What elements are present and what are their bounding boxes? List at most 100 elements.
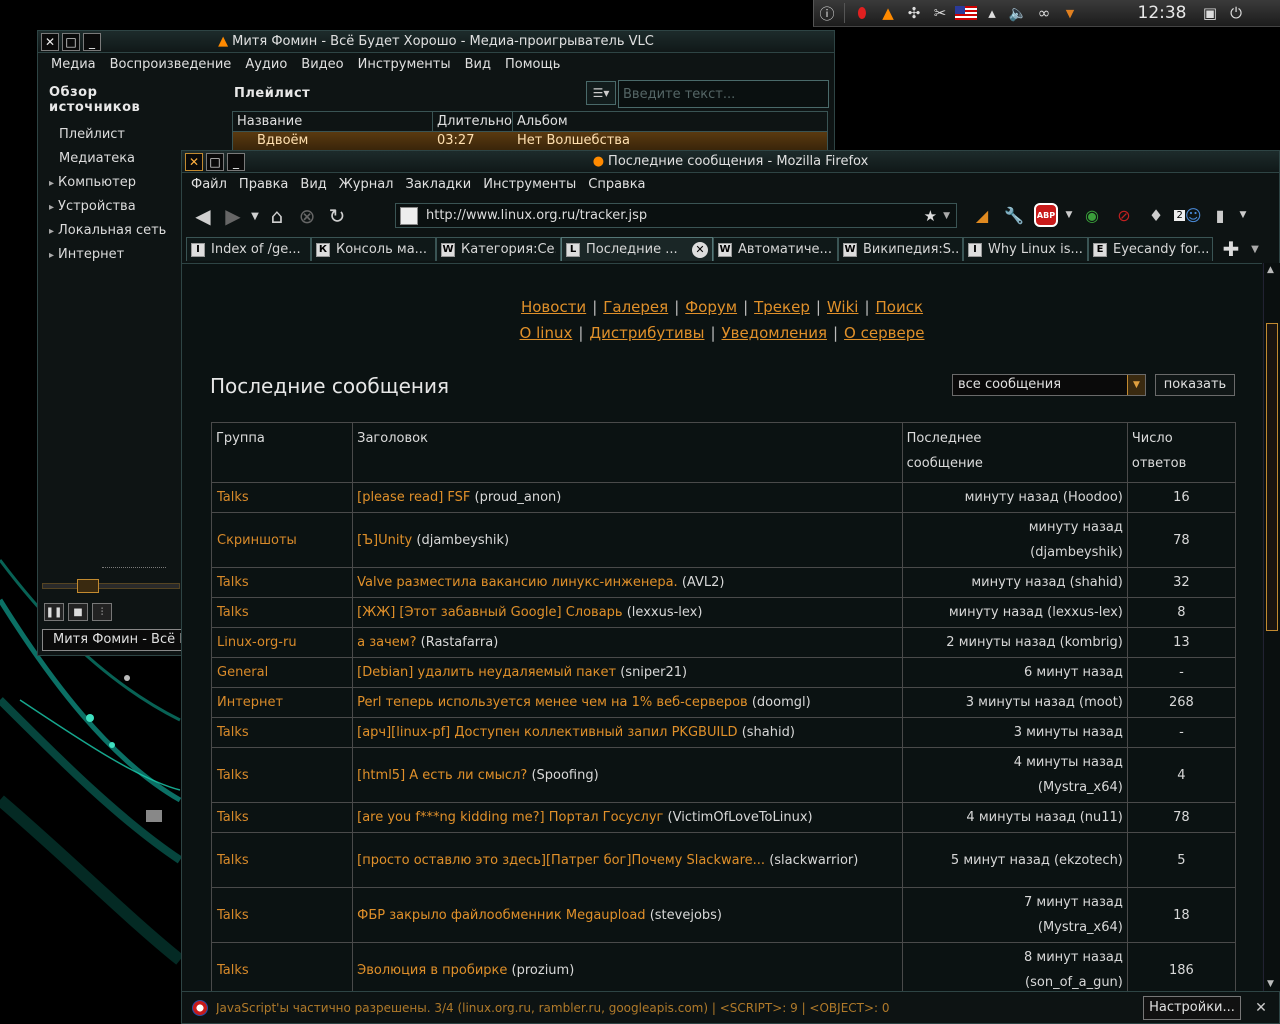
playlist-view-button[interactable]: ☰▾ xyxy=(586,81,616,105)
nav-link-news[interactable]: Новости xyxy=(521,298,586,316)
firefox-maximize-button[interactable]: □ xyxy=(206,152,224,171)
tab-close-icon[interactable]: ✕ xyxy=(692,241,708,258)
vlc-menu-audio[interactable]: Аудио xyxy=(238,54,294,76)
tab-console[interactable]: К Консоль ма... xyxy=(311,237,436,261)
ff-menu-help[interactable]: Справка xyxy=(582,174,651,196)
row-group-link[interactable]: Talks xyxy=(210,802,354,833)
row-title-link[interactable]: [ЖЖ] [Этот забавный Google] Словарь xyxy=(357,605,622,620)
opera-icon[interactable]: ⬮ xyxy=(849,1,875,25)
history-dropdown-icon[interactable]: ▼ xyxy=(248,202,262,230)
chevron-down-icon[interactable]: ▼ xyxy=(1127,375,1145,395)
row-group-link[interactable]: Talks xyxy=(210,717,354,748)
vlc-menu-tools[interactable]: Инструменты xyxy=(351,54,458,76)
url-text[interactable]: http://www.linux.org.ru/tracker.jsp xyxy=(426,208,924,223)
noscript-icon[interactable]: ⊘ xyxy=(1108,201,1140,229)
tab-index-of[interactable]: I Index of /ge... xyxy=(186,237,311,261)
column-title[interactable]: Название xyxy=(233,112,433,131)
row-group-link[interactable]: General xyxy=(210,657,354,688)
row-title-link[interactable]: [Debian] удалить неудаляемый пакет xyxy=(357,665,616,680)
vlc-maximize-button[interactable]: □ xyxy=(62,32,80,51)
row-title-link[interactable]: [html5] А есть ли смысл? xyxy=(357,768,527,783)
lock-icon[interactable]: ▣ xyxy=(1197,1,1223,25)
link-icon[interactable]: ∞ xyxy=(1031,1,1057,25)
tab-list-dropdown-icon[interactable]: ▼ xyxy=(1245,237,1265,261)
home-icon[interactable]: ⌂ xyxy=(262,202,292,230)
vlc-close-button[interactable]: ✕ xyxy=(41,32,59,51)
wrench-icon[interactable]: 🔧 xyxy=(998,201,1030,229)
dropdown-icon[interactable]: ▼ xyxy=(1057,1,1083,25)
row-group-link[interactable]: Интернет xyxy=(210,687,354,718)
url-dropdown-icon[interactable]: ▼ xyxy=(943,211,950,221)
scroll-up-icon[interactable]: ▲ xyxy=(1267,265,1274,275)
row-title-link[interactable]: [арч][linux-pf] Доступен коллективный за… xyxy=(357,725,737,740)
sidebar-item-computer[interactable]: Компьютер xyxy=(38,171,184,195)
toolbar-overflow-icon[interactable]: ▼ xyxy=(1236,201,1250,229)
ff-menu-history[interactable]: Журнал xyxy=(333,174,400,196)
close-icon[interactable]: ✕ xyxy=(1251,1000,1271,1016)
vlc-menu-playback[interactable]: Воспроизведение xyxy=(103,54,239,76)
resize-handle[interactable] xyxy=(102,567,166,568)
adblock-dropdown-icon[interactable]: ▼ xyxy=(1062,201,1076,229)
stop-icon[interactable]: ⊗ xyxy=(292,202,322,230)
vlc-menu-video[interactable]: Видео xyxy=(294,54,350,76)
ff-menu-tools[interactable]: Инструменты xyxy=(477,174,582,196)
row-title-link[interactable]: [are you f***ng kidding me?] Портал Госу… xyxy=(357,810,663,825)
vlc-minimize-button[interactable]: _ xyxy=(83,32,101,51)
row-title-link[interactable]: Perl теперь используется менее чем на 1%… xyxy=(357,695,748,710)
sidebar-icon[interactable]: ▮ xyxy=(1204,201,1236,229)
nav-link-about-linux[interactable]: О linux xyxy=(520,324,573,342)
sidebar-item-devices[interactable]: Устройства xyxy=(38,195,184,219)
nav-link-distros[interactable]: Дистрибутивы xyxy=(589,324,704,342)
firefox-minimize-button[interactable]: _ xyxy=(227,152,245,171)
equalizer-icon[interactable]: ⫶ xyxy=(92,603,112,621)
row-group-link[interactable]: Talks xyxy=(210,597,354,628)
row-group-link[interactable]: Talks xyxy=(210,832,354,888)
info-icon[interactable]: ⓘ xyxy=(814,1,840,25)
nav-link-search[interactable]: Поиск xyxy=(876,298,924,316)
page-scrollbar[interactable]: ▲ ▼ xyxy=(1263,263,1280,991)
forward-icon[interactable]: ▶ xyxy=(218,202,248,230)
tab-why-linux[interactable]: I Why Linux is... xyxy=(963,237,1088,261)
noscript-status-icon[interactable] xyxy=(192,999,208,1016)
ff-menu-edit[interactable]: Правка xyxy=(233,174,294,196)
volume-icon[interactable]: 🔈 xyxy=(1005,1,1031,25)
row-group-link[interactable]: Talks xyxy=(210,942,354,991)
bookmark-star-icon[interactable]: ★ xyxy=(924,207,937,225)
row-title-link[interactable]: а зачем? xyxy=(357,635,416,650)
sidebar-item-local-network[interactable]: Локальная сеть xyxy=(38,219,184,243)
nav-link-about-server[interactable]: О сервере xyxy=(844,324,924,342)
vlc-menu-media[interactable]: Медиа xyxy=(44,54,103,76)
firefox-close-button[interactable]: ✕ xyxy=(185,152,203,171)
flag-us-icon[interactable] xyxy=(953,1,979,25)
addon-fox-icon[interactable]: ◢ xyxy=(966,201,998,229)
row-title-link[interactable]: [please read] FSF xyxy=(357,490,470,505)
adblock-icon[interactable]: ABP xyxy=(1030,201,1062,229)
vlc-menu-view[interactable]: Вид xyxy=(458,54,498,76)
gift-icon[interactable]: ♦ xyxy=(1140,201,1172,229)
vlc-menu-help[interactable]: Помощь xyxy=(498,54,567,76)
column-duration[interactable]: Длительность xyxy=(433,112,513,131)
tab-latest-messages[interactable]: L Последние ... ✕ xyxy=(561,237,713,261)
tools-icon[interactable]: ✂ xyxy=(927,1,953,25)
tab-category[interactable]: WКатегория:Се... xyxy=(436,237,561,261)
row-title-link[interactable]: ФБР закрыло файлообменник Megaupload xyxy=(357,908,645,923)
power-icon[interactable]: ⏻ xyxy=(1223,1,1249,25)
nav-link-notifications[interactable]: Уведомления xyxy=(722,324,827,342)
nav-link-wiki[interactable]: Wiki xyxy=(827,298,859,316)
row-group-link[interactable]: Talks xyxy=(210,482,354,513)
tab-wikipedia[interactable]: W Википедия:S... xyxy=(838,237,963,261)
notifications-icon[interactable]: 2 ☺ xyxy=(1172,201,1204,229)
row-group-link[interactable]: Linux-org-ru xyxy=(210,627,354,658)
noscript-settings-button[interactable]: Настройки... xyxy=(1143,995,1241,1020)
new-tab-icon[interactable]: ✚ xyxy=(1217,237,1245,261)
show-button[interactable]: показать xyxy=(1155,374,1235,396)
nav-link-forum[interactable]: Форум xyxy=(685,298,737,316)
row-title-link[interactable]: Эволюция в пробирке xyxy=(357,963,507,978)
network-icon[interactable]: ✣ xyxy=(901,1,927,25)
row-title-link[interactable]: Valve разместила вакансию линукс-инженер… xyxy=(357,575,678,590)
sidebar-item-internet[interactable]: Интернет xyxy=(38,243,184,267)
stop-icon[interactable]: ■ xyxy=(68,603,88,621)
seek-knob[interactable] xyxy=(77,579,99,593)
firefox-titlebar[interactable]: ✕ □ _ ● Последние сообщения - Mozilla Fir… xyxy=(182,151,1279,173)
ff-menu-file[interactable]: Файл xyxy=(185,174,233,196)
